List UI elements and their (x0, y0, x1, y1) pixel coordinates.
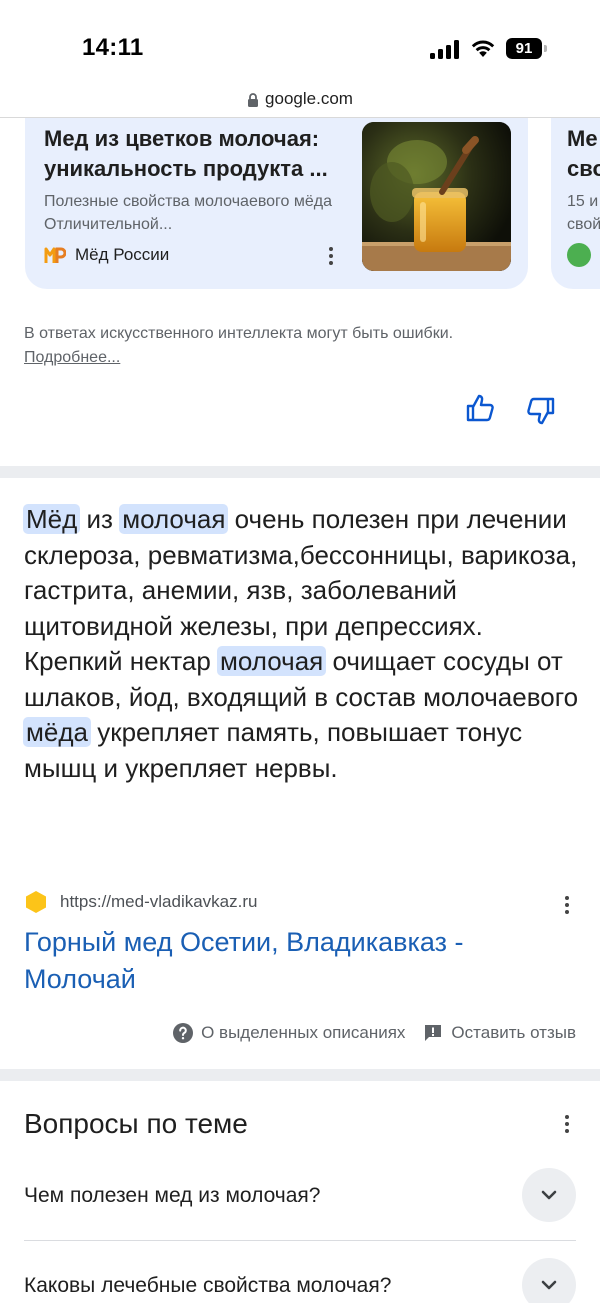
source-card-site-name: Мёд России (75, 245, 170, 264)
more-vert-icon[interactable] (559, 893, 575, 917)
expand-button[interactable] (522, 1168, 576, 1222)
paa-question[interactable]: Чем полезен мед из молочая? (24, 1168, 576, 1238)
honey-jar-image (362, 122, 511, 271)
paa-question-text: Каковы лечебные свойства молочая? (24, 1274, 392, 1297)
ai-more-link[interactable]: Подробнее... (24, 349, 120, 366)
snippet-highlight: Мёд (23, 504, 81, 534)
honeycomb-favicon-icon (26, 891, 46, 913)
source-cards-carousel[interactable]: Мед из цветков молочая: уникальность про… (0, 118, 600, 290)
status-time: 14:11 (82, 34, 144, 61)
lock-icon (248, 93, 259, 107)
status-bar: 14:11 91 (0, 0, 600, 80)
leave-feedback-label: Оставить отзыв (451, 1023, 576, 1042)
paa-divider (24, 1240, 576, 1241)
battery-level: 91 (506, 38, 542, 59)
cellular-signal-icon (430, 39, 460, 59)
snippet-text: укрепляет память, повышает тонус мышц и … (24, 717, 523, 783)
feedback-icon (425, 1025, 442, 1041)
ai-disclaimer-text: В ответах искусственного интеллекта могу… (24, 325, 454, 342)
help-circle-icon (173, 1023, 194, 1043)
url-bar[interactable]: google.com (0, 80, 600, 118)
recycle-logo-icon (567, 243, 591, 267)
battery-icon: 91 (506, 38, 548, 59)
source-card-partial[interactable]: Ме сво 15 и свой (551, 118, 600, 289)
more-vert-icon[interactable] (559, 1112, 575, 1136)
section-separator (0, 1069, 600, 1081)
source-card[interactable]: Мед из цветков молочая: уникальность про… (25, 118, 528, 289)
about-featured-snippets-label: О выделенных описаниях (201, 1023, 406, 1042)
snippet-meta-row: О выделенных описаниях Оставить отзыв (173, 1021, 576, 1045)
source-card-title: Мед из цветков молочая: уникальность про… (44, 126, 328, 181)
about-featured-snippets-link[interactable]: О выделенных описаниях (173, 1023, 405, 1043)
result-site-row: https://med-vladikavkaz.ru (24, 888, 580, 916)
med-rossii-logo-icon (44, 244, 67, 266)
result-title-link[interactable]: Горный мед Осетии, Владикавказ - Молочай (24, 924, 544, 998)
source-card-partial-title-line: сво (567, 156, 600, 181)
chevron-down-icon (541, 1190, 557, 1200)
snippet-highlight: молочая (217, 646, 327, 676)
source-card-partial-snippet-line: свой (567, 216, 600, 233)
section-separator (0, 466, 600, 478)
snippet-text: из (79, 504, 121, 534)
url-domain: google.com (265, 89, 353, 108)
thumbs-down-icon[interactable] (526, 396, 556, 426)
paa-question-text: Чем полезен мед из молочая? (24, 1184, 321, 1207)
paa-heading: Вопросы по теме (24, 1108, 248, 1139)
source-card-snippet: Полезные свойства молочаевого мёда Отлич… (44, 193, 333, 233)
expand-button[interactable] (522, 1258, 576, 1303)
paa-question[interactable]: Каковы лечебные свойства молочая? (24, 1258, 576, 1303)
chevron-down-icon (541, 1280, 557, 1290)
thumbs-up-icon[interactable] (465, 393, 495, 423)
result-url: https://med-vladikavkaz.ru (60, 892, 258, 911)
ai-disclaimer: В ответах искусственного интеллекта могу… (24, 322, 584, 370)
featured-snippet-text: Мёд из молочая очень полезен при лечении… (23, 502, 580, 786)
leave-feedback-link[interactable]: Оставить отзыв (423, 1023, 576, 1043)
more-vert-icon[interactable] (323, 244, 339, 268)
snippet-highlight: молочая (119, 504, 229, 534)
source-card-partial-title-line: Ме (567, 126, 598, 151)
snippet-highlight: мёда (23, 717, 91, 747)
wifi-icon (471, 40, 495, 57)
source-card-site: Мёд России (44, 244, 169, 266)
source-card-partial-snippet-line: 15 и (567, 193, 599, 210)
